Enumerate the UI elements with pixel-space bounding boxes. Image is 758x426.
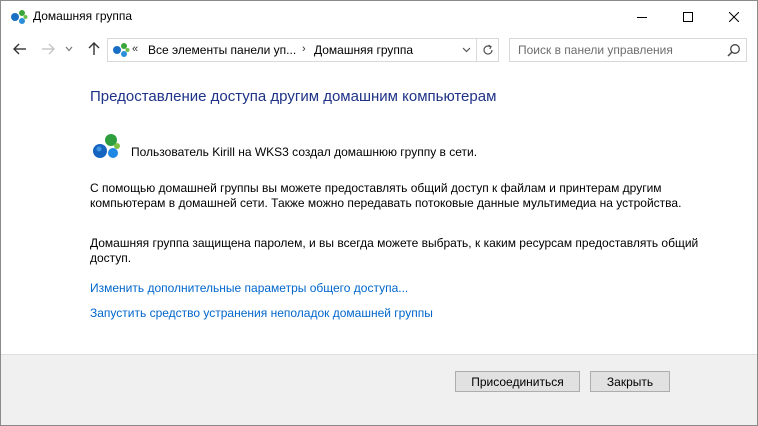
homegroup-icon xyxy=(93,134,120,158)
title-bar: Домашняя группа xyxy=(1,1,757,32)
arrow-up-icon xyxy=(88,42,100,55)
dialog-footer: Присоединиться Закрыть xyxy=(1,354,757,425)
close-icon xyxy=(729,11,739,22)
description-paragraph: С помощью домашней группы вы можете пред… xyxy=(90,181,682,210)
search-box[interactable] xyxy=(509,38,747,62)
chevron-down-icon xyxy=(65,46,73,52)
window-title: Домашняя группа xyxy=(33,9,133,23)
password-info-paragraph: Домашняя группа защищена паролем, и вы в… xyxy=(90,236,699,265)
up-button[interactable] xyxy=(85,40,103,58)
refresh-icon xyxy=(483,44,493,55)
search-icon[interactable] xyxy=(727,43,741,57)
chevron-down-icon xyxy=(462,47,470,53)
search-input[interactable] xyxy=(510,39,728,61)
breadcrumb-current[interactable]: Домашняя группа xyxy=(314,43,413,57)
advanced-sharing-link[interactable]: Изменить дополнительные параметры общего… xyxy=(90,281,408,295)
close-window-button[interactable] xyxy=(711,1,757,32)
refresh-button[interactable] xyxy=(476,39,499,61)
navigation-bar: « Все элементы панели уп... › Домашняя г… xyxy=(1,32,757,66)
arrow-left-icon xyxy=(13,43,26,55)
breadcrumb-parent[interactable]: Все элементы панели уп... xyxy=(148,43,296,57)
maximize-button[interactable] xyxy=(665,1,711,32)
homegroup-creator-text: Пользователь Kirill на WKS3 создал домаш… xyxy=(131,145,478,159)
content-area: Предоставление доступа другим домашним к… xyxy=(1,66,757,354)
maximize-icon xyxy=(683,11,693,22)
minimize-icon xyxy=(637,16,647,18)
breadcrumb-overflow[interactable]: « xyxy=(132,43,138,55)
homegroup-window: Домашняя группа « Все элементы панели уп… xyxy=(0,0,758,426)
minimize-button[interactable] xyxy=(619,1,665,32)
page-heading: Предоставление доступа другим домашним к… xyxy=(90,88,497,105)
troubleshooter-link[interactable]: Запустить средство устранения неполадок … xyxy=(90,306,433,320)
breadcrumb-separator[interactable]: › xyxy=(302,43,306,55)
back-button[interactable] xyxy=(11,40,29,58)
homegroup-icon xyxy=(113,43,130,57)
address-dropdown-button[interactable] xyxy=(457,39,475,61)
recent-locations-button[interactable] xyxy=(63,40,75,58)
forward-button[interactable] xyxy=(39,40,57,58)
close-button[interactable]: Закрыть xyxy=(590,371,670,392)
address-bar[interactable]: « Все элементы панели уп... › Домашняя г… xyxy=(107,38,499,62)
arrow-right-icon xyxy=(42,43,55,55)
homegroup-icon xyxy=(11,10,28,24)
join-button[interactable]: Присоединиться xyxy=(455,371,580,392)
